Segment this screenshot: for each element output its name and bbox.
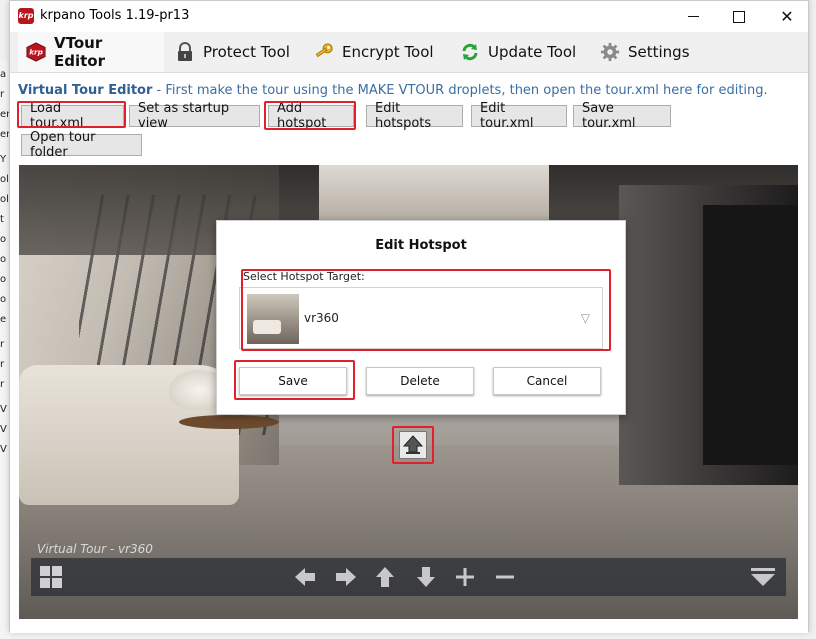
tab-label: Encrypt Tool [342, 43, 434, 61]
maximize-button[interactable] [716, 1, 762, 32]
window-title: krpano Tools 1.19-pr13 [40, 8, 190, 23]
intro-title: Virtual Tour Editor [18, 83, 153, 98]
tab-encrypt-tool[interactable]: Encrypt Tool [314, 32, 434, 72]
tool-tabs: krp VTour Editor Protect Tool Encrypt To… [10, 32, 808, 73]
intro-text: Virtual Tour Editor - First make the tou… [18, 83, 768, 98]
tab-settings[interactable]: Settings [600, 32, 690, 72]
krpano-logo-icon: krp [26, 42, 46, 62]
close-button[interactable]: ✕ [764, 1, 810, 32]
edit-tour-xml-button[interactable]: Edit tour.xml [471, 101, 567, 131]
vtour-editor-panel: Virtual Tour Editor - First make the tou… [10, 73, 808, 633]
panorama-doorway [699, 205, 798, 465]
svg-text:krp: krp [29, 48, 43, 57]
tab-update-tool[interactable]: Update Tool [460, 32, 576, 72]
key-icon [314, 42, 334, 62]
hotspot-arrow-icon [403, 435, 423, 454]
thumbnails-grid-icon[interactable] [39, 565, 63, 589]
refresh-icon [460, 42, 480, 62]
gear-icon [600, 42, 620, 62]
title-bar: krp krpano Tools 1.19-pr13 ✕ [10, 1, 808, 32]
delete-button[interactable]: Delete [366, 367, 474, 395]
save-tour-xml-button[interactable]: Save tour.xml [573, 101, 671, 131]
app-window: krp krpano Tools 1.19-pr13 ✕ krp VTour E… [9, 0, 809, 633]
minimize-button[interactable] [670, 1, 716, 32]
dialog-title: Edit Hotspot [375, 238, 467, 253]
highlight-load-button [17, 101, 126, 128]
intro-description: - First make the tour using the MAKE VTO… [152, 83, 768, 98]
viewer-control-bar [31, 558, 786, 596]
tab-label: Protect Tool [203, 43, 290, 61]
arrow-down-icon[interactable] [414, 565, 438, 589]
maximize-icon [733, 10, 745, 23]
tab-label: VTour Editor [54, 34, 105, 70]
highlight-save-button [234, 360, 355, 400]
krpano-app-icon: krp [18, 8, 34, 24]
minimize-icon [687, 16, 699, 17]
panorama-viewer[interactable]: Virtual Tour - vr360 Edit Hotspot Select… [19, 165, 798, 619]
zoom-out-icon[interactable] [493, 565, 517, 589]
arrow-up-icon[interactable] [373, 565, 397, 589]
tour-scene-label: Virtual Tour - vr360 [37, 542, 153, 556]
zoom-in-icon[interactable] [453, 565, 477, 589]
tab-label: Settings [628, 43, 690, 61]
hide-controls-icon[interactable] [751, 565, 775, 589]
tab-protect-tool[interactable]: Protect Tool [175, 32, 290, 72]
highlight-target-select [241, 269, 611, 351]
highlight-add-hotspot [264, 101, 356, 130]
edit-hotspots-button[interactable]: Edit hotspots [366, 101, 463, 131]
padlock-icon [175, 42, 195, 62]
panorama-table [179, 415, 279, 429]
arrow-left-icon[interactable] [293, 565, 317, 589]
edit-hotspot-dialog: Edit Hotspot Select Hotspot Target: vr36… [216, 220, 626, 415]
open-tour-folder-button[interactable]: Open tour folder [21, 130, 142, 160]
cancel-button[interactable]: Cancel [493, 367, 601, 395]
hotspot-arrow-marker[interactable] [399, 431, 427, 459]
arrow-right-icon[interactable] [334, 565, 358, 589]
panorama-ceiling-light [319, 165, 549, 225]
set-startup-view-button[interactable]: Set as startup view [129, 101, 260, 131]
close-icon: ✕ [780, 7, 794, 26]
tab-label: Update Tool [488, 43, 577, 61]
tab-vtour-editor[interactable]: krp VTour Editor [18, 32, 164, 72]
